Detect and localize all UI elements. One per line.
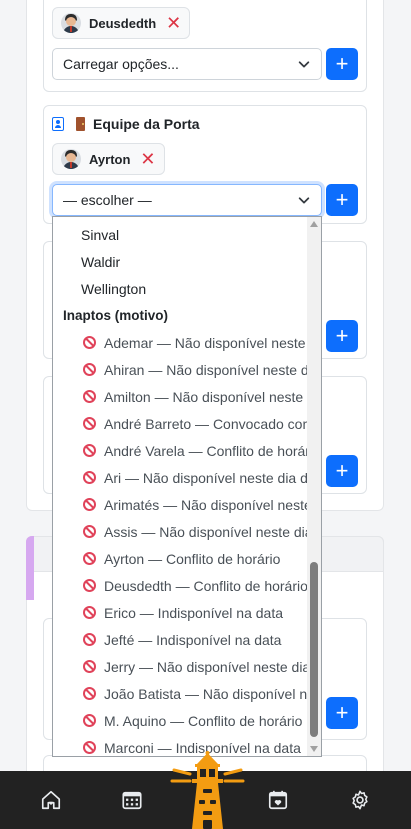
option-available[interactable]: Wellington bbox=[53, 275, 321, 302]
ban-icon bbox=[83, 363, 96, 376]
nav-events[interactable] bbox=[258, 771, 298, 829]
ban-icon bbox=[83, 525, 96, 538]
chevron-down-icon bbox=[298, 61, 310, 68]
option-inapt[interactable]: André Barreto — Convocado como auxiliar bbox=[53, 410, 321, 437]
member-chip: Ayrton ✕ bbox=[52, 143, 165, 175]
add-member-button[interactable]: + bbox=[326, 455, 358, 487]
calendar-grid-icon bbox=[122, 791, 142, 810]
add-member-button[interactable]: + bbox=[326, 697, 358, 729]
scrollbar-thumb[interactable] bbox=[310, 562, 318, 737]
options-list: Sinval Waldir Wellington Inaptos (motivo… bbox=[53, 217, 321, 756]
dropdown-scrollbar[interactable] bbox=[307, 217, 321, 756]
option-inapt-label: Ari — Não disponível neste dia da semana bbox=[104, 469, 321, 486]
option-inapt-label: M. Aquino — Conflito de horário bbox=[104, 712, 303, 729]
member-chip: Deusdedth ✕ bbox=[52, 7, 191, 39]
ban-icon bbox=[83, 390, 96, 403]
section-title-text: Equipe da Porta bbox=[93, 116, 200, 132]
option-inapt[interactable]: Amilton — Não disponível neste dia da se… bbox=[53, 383, 321, 410]
add-member-button[interactable]: + bbox=[326, 320, 358, 352]
chevron-down-icon bbox=[298, 197, 310, 204]
ban-icon bbox=[83, 660, 96, 673]
ban-icon bbox=[83, 606, 96, 619]
option-inapt[interactable]: Jefté — Indisponível na data bbox=[53, 626, 321, 653]
door-icon bbox=[76, 117, 85, 131]
option-inapt-label: Arimatés — Não disponível neste dia da s… bbox=[104, 496, 321, 513]
add-member-button[interactable]: + bbox=[326, 184, 358, 216]
remove-member-icon[interactable]: ✕ bbox=[166, 14, 181, 32]
ban-icon bbox=[83, 552, 96, 565]
lighthouse-logo[interactable] bbox=[170, 750, 245, 829]
option-inapt[interactable]: Jerry — Não disponível neste dia da sema… bbox=[53, 653, 321, 680]
option-inapt-label: Amilton — Não disponível neste dia da se… bbox=[104, 388, 321, 405]
ban-icon bbox=[83, 714, 96, 727]
member-select[interactable]: — escolher — bbox=[52, 184, 322, 216]
avatar bbox=[61, 13, 81, 33]
option-inapt[interactable]: Erico — Indisponível na data bbox=[53, 599, 321, 626]
option-group-label: Inaptos (motivo) bbox=[63, 308, 168, 323]
add-member-button[interactable]: + bbox=[326, 48, 358, 80]
option-inapt-label: Assis — Não disponível neste dia da sema… bbox=[104, 523, 321, 540]
option-available[interactable]: Sinval bbox=[53, 221, 321, 248]
ban-icon bbox=[83, 417, 96, 430]
option-inapt-label: Deusdedth — Conflito de horário bbox=[104, 577, 308, 594]
option-inapt[interactable]: Ari — Não disponível neste dia da semana bbox=[53, 464, 321, 491]
option-inapt-label: André Varela — Conflito de horário bbox=[104, 442, 321, 459]
scroll-up-arrow-icon[interactable] bbox=[310, 221, 318, 227]
member-name: Ayrton bbox=[89, 151, 131, 167]
member-select[interactable]: Carregar opções... bbox=[52, 48, 322, 80]
id-badge-icon bbox=[52, 117, 64, 131]
ban-icon bbox=[83, 471, 96, 484]
select-value: — escolher — bbox=[63, 192, 152, 208]
ban-icon bbox=[83, 336, 96, 349]
option-available[interactable]: Waldir bbox=[53, 248, 321, 275]
remove-member-icon[interactable]: ✕ bbox=[140, 150, 155, 168]
option-inapt[interactable]: Ahiran — Não disponível neste dia da sem… bbox=[53, 356, 321, 383]
option-inapt[interactable]: João Batista — Não disponível neste dia bbox=[53, 680, 321, 707]
option-inapt[interactable]: Arimatés — Não disponível neste dia da s… bbox=[53, 491, 321, 518]
section-title: Equipe da Porta bbox=[52, 116, 200, 132]
ban-icon bbox=[83, 633, 96, 646]
calendar-heart-icon bbox=[268, 790, 288, 810]
ban-icon bbox=[83, 579, 96, 592]
option-inapt-label: Ayrton — Conflito de horário bbox=[104, 550, 281, 567]
option-inapt-label: Ademar — Não disponível neste dia da sem… bbox=[104, 334, 321, 351]
option-inapt[interactable]: Ayrton — Conflito de horário bbox=[53, 545, 321, 572]
nav-home[interactable] bbox=[31, 771, 71, 829]
option-inapt[interactable]: André Varela — Conflito de horário bbox=[53, 437, 321, 464]
nav-schedule[interactable] bbox=[112, 771, 152, 829]
option-inapt-label: Jerry — Não disponível neste dia da sema… bbox=[104, 658, 321, 675]
scroll-down-arrow-icon[interactable] bbox=[310, 746, 318, 752]
option-inapt-label: André Barreto — Convocado como auxiliar bbox=[104, 415, 322, 432]
avatar bbox=[61, 149, 81, 169]
option-inapt-label: Ahiran — Não disponível neste dia da sem… bbox=[104, 361, 321, 378]
nav-settings[interactable] bbox=[340, 771, 380, 829]
gear-icon bbox=[352, 790, 368, 810]
option-inapt[interactable]: M. Aquino — Conflito de horário bbox=[53, 707, 321, 734]
select-value: Carregar opções... bbox=[63, 56, 179, 72]
option-inapt-label: João Batista — Não disponível neste dia bbox=[104, 685, 321, 702]
member-name: Deusdedth bbox=[89, 15, 157, 31]
member-options-dropdown[interactable]: Sinval Waldir Wellington Inaptos (motivo… bbox=[52, 216, 322, 757]
option-inapt[interactable]: Ademar — Não disponível neste dia da sem… bbox=[53, 329, 321, 356]
service-color-bar bbox=[26, 536, 34, 600]
ban-icon bbox=[83, 741, 96, 754]
option-inapt[interactable]: Assis — Não disponível neste dia da sema… bbox=[53, 518, 321, 545]
home-icon bbox=[41, 790, 61, 810]
option-inapt-label: Jefté — Indisponível na data bbox=[104, 631, 282, 648]
option-inapt-label: Erico — Indisponível na data bbox=[104, 604, 283, 621]
ban-icon bbox=[83, 687, 96, 700]
option-inapt[interactable]: Deusdedth — Conflito de horário bbox=[53, 572, 321, 599]
ban-icon bbox=[83, 444, 96, 457]
ban-icon bbox=[83, 498, 96, 511]
